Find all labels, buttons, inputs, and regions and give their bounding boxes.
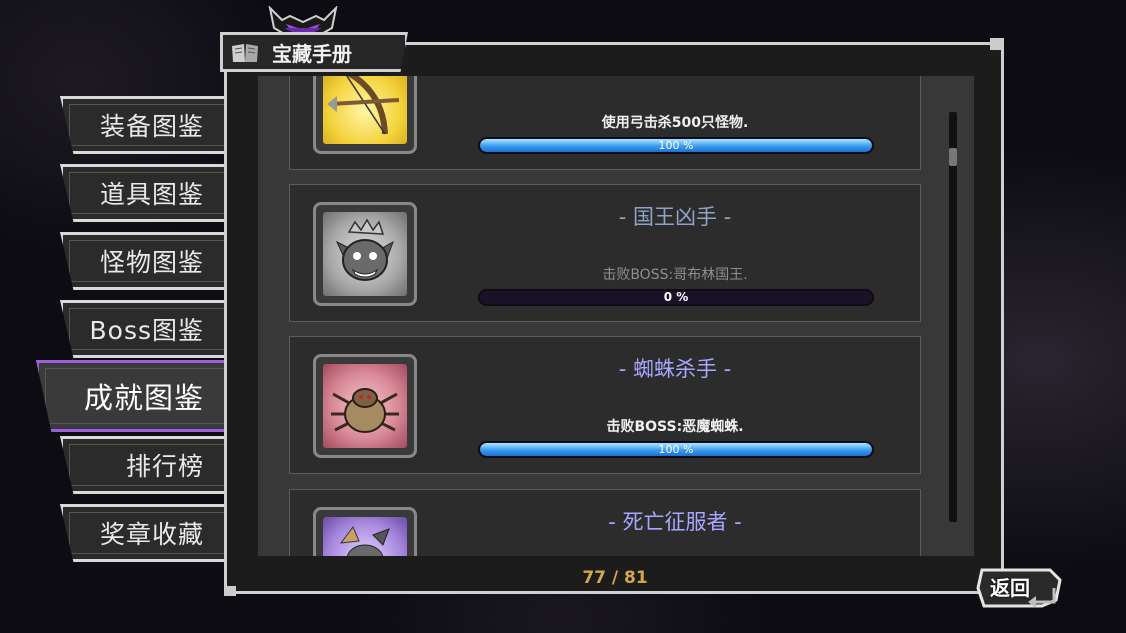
sidebar-item-label: Boss图鉴 [89,316,204,345]
achievement-card[interactable]: - 国王凶手 - 击败BOSS:哥布林国王. 0 % [289,184,921,322]
achievement-name: - 蜘蛛杀手 - [618,357,732,381]
achievement-icon-frame [313,202,417,306]
sidebar-item-label: 成就图鉴 [83,381,204,415]
sidebar-item-label: 装备图鉴 [99,112,204,141]
goblin-king-icon [323,212,407,296]
progress-bar: 0 % [478,289,874,306]
death-conqueror-icon [323,517,407,556]
sidebar-item-leaderboard[interactable]: 排行榜 [60,436,228,494]
progress-bar: 100 % [478,441,874,458]
sidebar-item-items[interactable]: 道具图鉴 [60,164,228,222]
panel-corner-ornament [990,38,1004,50]
achievement-description: 击败BOSS:恶魔蜘蛛. [606,419,744,435]
bow-arrow-icon [323,76,407,144]
progress-label: 100 % [658,443,694,456]
achievement-card[interactable]: 使用弓击杀500只怪物. 100 % [289,76,921,170]
sidebar-item-label: 排行榜 [125,452,204,481]
achievement-description: 使用弓击杀500只怪物. [601,115,749,131]
demon-spider-icon [323,364,407,448]
sidebar-item-label: 奖章收藏 [99,520,204,549]
achievement-card[interactable]: - 蜘蛛杀手 - 击败BOSS:恶魔蜘蛛. 100 % [289,336,921,474]
progress-label: 0 % [663,290,689,304]
sidebar-item-medals[interactable]: 奖章收藏 [60,504,228,562]
achievement-name: - 国王凶手 - [618,205,732,229]
progress-label: 100 % [658,139,694,152]
window-title: 宝藏手册 [272,42,352,66]
achievement-card[interactable]: - 死亡征服者 - [289,489,921,556]
sidebar-item-label: 怪物图鉴 [99,248,204,277]
sidebar-item-monsters[interactable]: 怪物图鉴 [60,232,228,290]
achievement-icon-frame [313,507,417,556]
achievement-list[interactable]: 使用弓击杀500只怪物. 100 % - 国王凶手 - 击败BOSS:哥布林国王… [258,76,974,556]
achievement-icon-frame [313,76,417,154]
achievement-counter: 77 / 81 [582,568,648,588]
scrollbar-track[interactable] [949,112,957,522]
book-icon [232,44,258,62]
achievement-name: - 死亡征服者 - [608,510,742,534]
back-button[interactable]: 返回 [976,566,1064,610]
sidebar-item-equipment[interactable]: 装备图鉴 [60,96,228,154]
scrollbar-thumb[interactable] [949,148,957,166]
achievement-description: 击败BOSS:哥布林国王. [602,267,748,283]
back-button-label: 返回 [990,576,1030,600]
progress-bar: 100 % [478,137,874,154]
sidebar-item-boss[interactable]: Boss图鉴 [60,300,228,358]
achievement-icon-frame [313,354,417,458]
sidebar-item-label: 道具图鉴 [99,180,204,209]
sidebar-item-achievements[interactable]: 成就图鉴 [36,360,228,432]
